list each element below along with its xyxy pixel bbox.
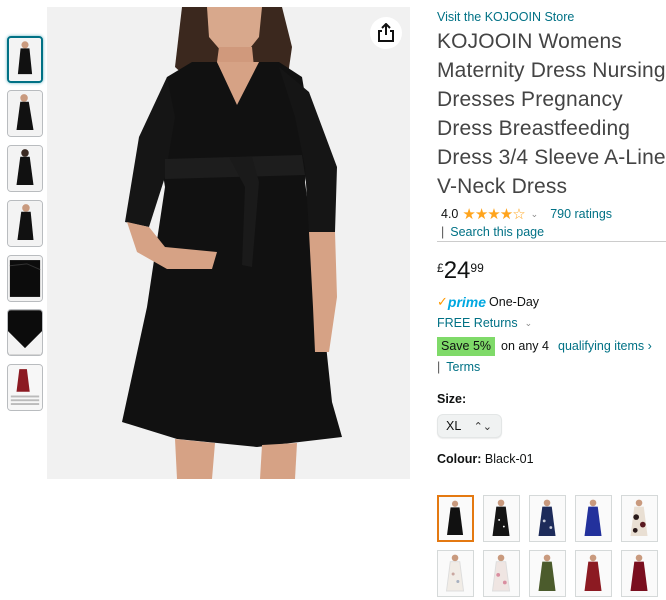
separator: | (441, 225, 445, 239)
thumb-size-chart[interactable] (7, 364, 43, 411)
prime-delivery-text: One-Day (489, 295, 540, 309)
swatch-army-green[interactable] (529, 550, 566, 597)
swatch-black-01[interactable] (437, 495, 474, 542)
thumb-back[interactable] (7, 145, 43, 192)
terms-link[interactable]: Terms (446, 360, 480, 374)
swatch-white-floral-dark[interactable] (621, 495, 658, 542)
prime-logo: prime (447, 294, 487, 310)
chevron-down-icon: ⌄ (524, 317, 533, 328)
size-label: Size: (437, 392, 467, 406)
ratings-count-link[interactable]: 790 ratings (550, 207, 612, 221)
product-title: KOJOOIN Womens Maternity Dress Nursing D… (437, 30, 666, 198)
prime-badge[interactable]: ✓ prime One-Day (437, 294, 666, 310)
swatch-navy-floral[interactable] (529, 495, 566, 542)
select-arrows-icon: ⌃⌄ (473, 420, 492, 433)
swatch-wine-red[interactable] (575, 550, 612, 597)
thumb-fabric[interactable] (7, 255, 43, 302)
qualifying-items-link[interactable]: qualifying items › (558, 339, 652, 353)
thumb-three-quarter[interactable] (7, 200, 43, 247)
price-fraction: 99 (470, 261, 484, 275)
colour-value: Black-01 (484, 452, 534, 466)
swatch-black-white-dot[interactable] (483, 495, 520, 542)
free-returns-dropdown[interactable]: FREE Returns ⌄ (437, 314, 666, 332)
main-product-image[interactable] (47, 7, 410, 479)
size-value: XL (446, 419, 462, 433)
chevron-down-icon[interactable]: ⌄ (531, 209, 539, 220)
swatch-white-pink-floral[interactable] (483, 550, 520, 597)
star-rating-icon[interactable]: ★★★★☆ (462, 205, 525, 223)
promo-row: Save 5% on any 4 qualifying items › (437, 336, 666, 356)
prime-check-icon: ✓ (437, 294, 448, 309)
separator: | (437, 360, 441, 374)
share-button[interactable] (370, 17, 402, 49)
thumb-front[interactable] (7, 36, 43, 83)
search-this-page-link[interactable]: Search this page (450, 225, 544, 239)
rating-row: 4.0 ★★★★☆ ⌄ 790 ratings (437, 205, 666, 223)
price: £ 24 99 (437, 258, 666, 288)
colour-label: Colour: (437, 452, 482, 466)
thumb-side[interactable] (7, 90, 43, 137)
divider (437, 241, 666, 242)
price-currency: £ (437, 261, 444, 275)
save-badge: Save 5% (437, 336, 496, 356)
search-page-row: | Search this page (437, 223, 666, 241)
swatch-burgundy[interactable] (621, 550, 658, 597)
rating-value: 4.0 (441, 207, 459, 221)
promo-text: on any 4 (501, 339, 549, 353)
share-icon (377, 23, 395, 43)
size-select[interactable]: XL ⌃⌄ (437, 414, 502, 438)
terms-row: | Terms (437, 358, 666, 376)
thumb-neck-detail[interactable] (7, 309, 43, 356)
store-link[interactable]: Visit the KOJOOIN Store (437, 8, 666, 26)
colour-row: Colour: Black-01 (437, 450, 666, 468)
swatch-white-floral[interactable] (437, 550, 474, 597)
swatch-royal-blue[interactable] (575, 495, 612, 542)
product-info: Visit the KOJOOIN Store KOJOOIN Womens M… (437, 8, 666, 468)
free-returns-label: FREE Returns (437, 316, 518, 330)
price-whole: 24 (443, 257, 471, 284)
